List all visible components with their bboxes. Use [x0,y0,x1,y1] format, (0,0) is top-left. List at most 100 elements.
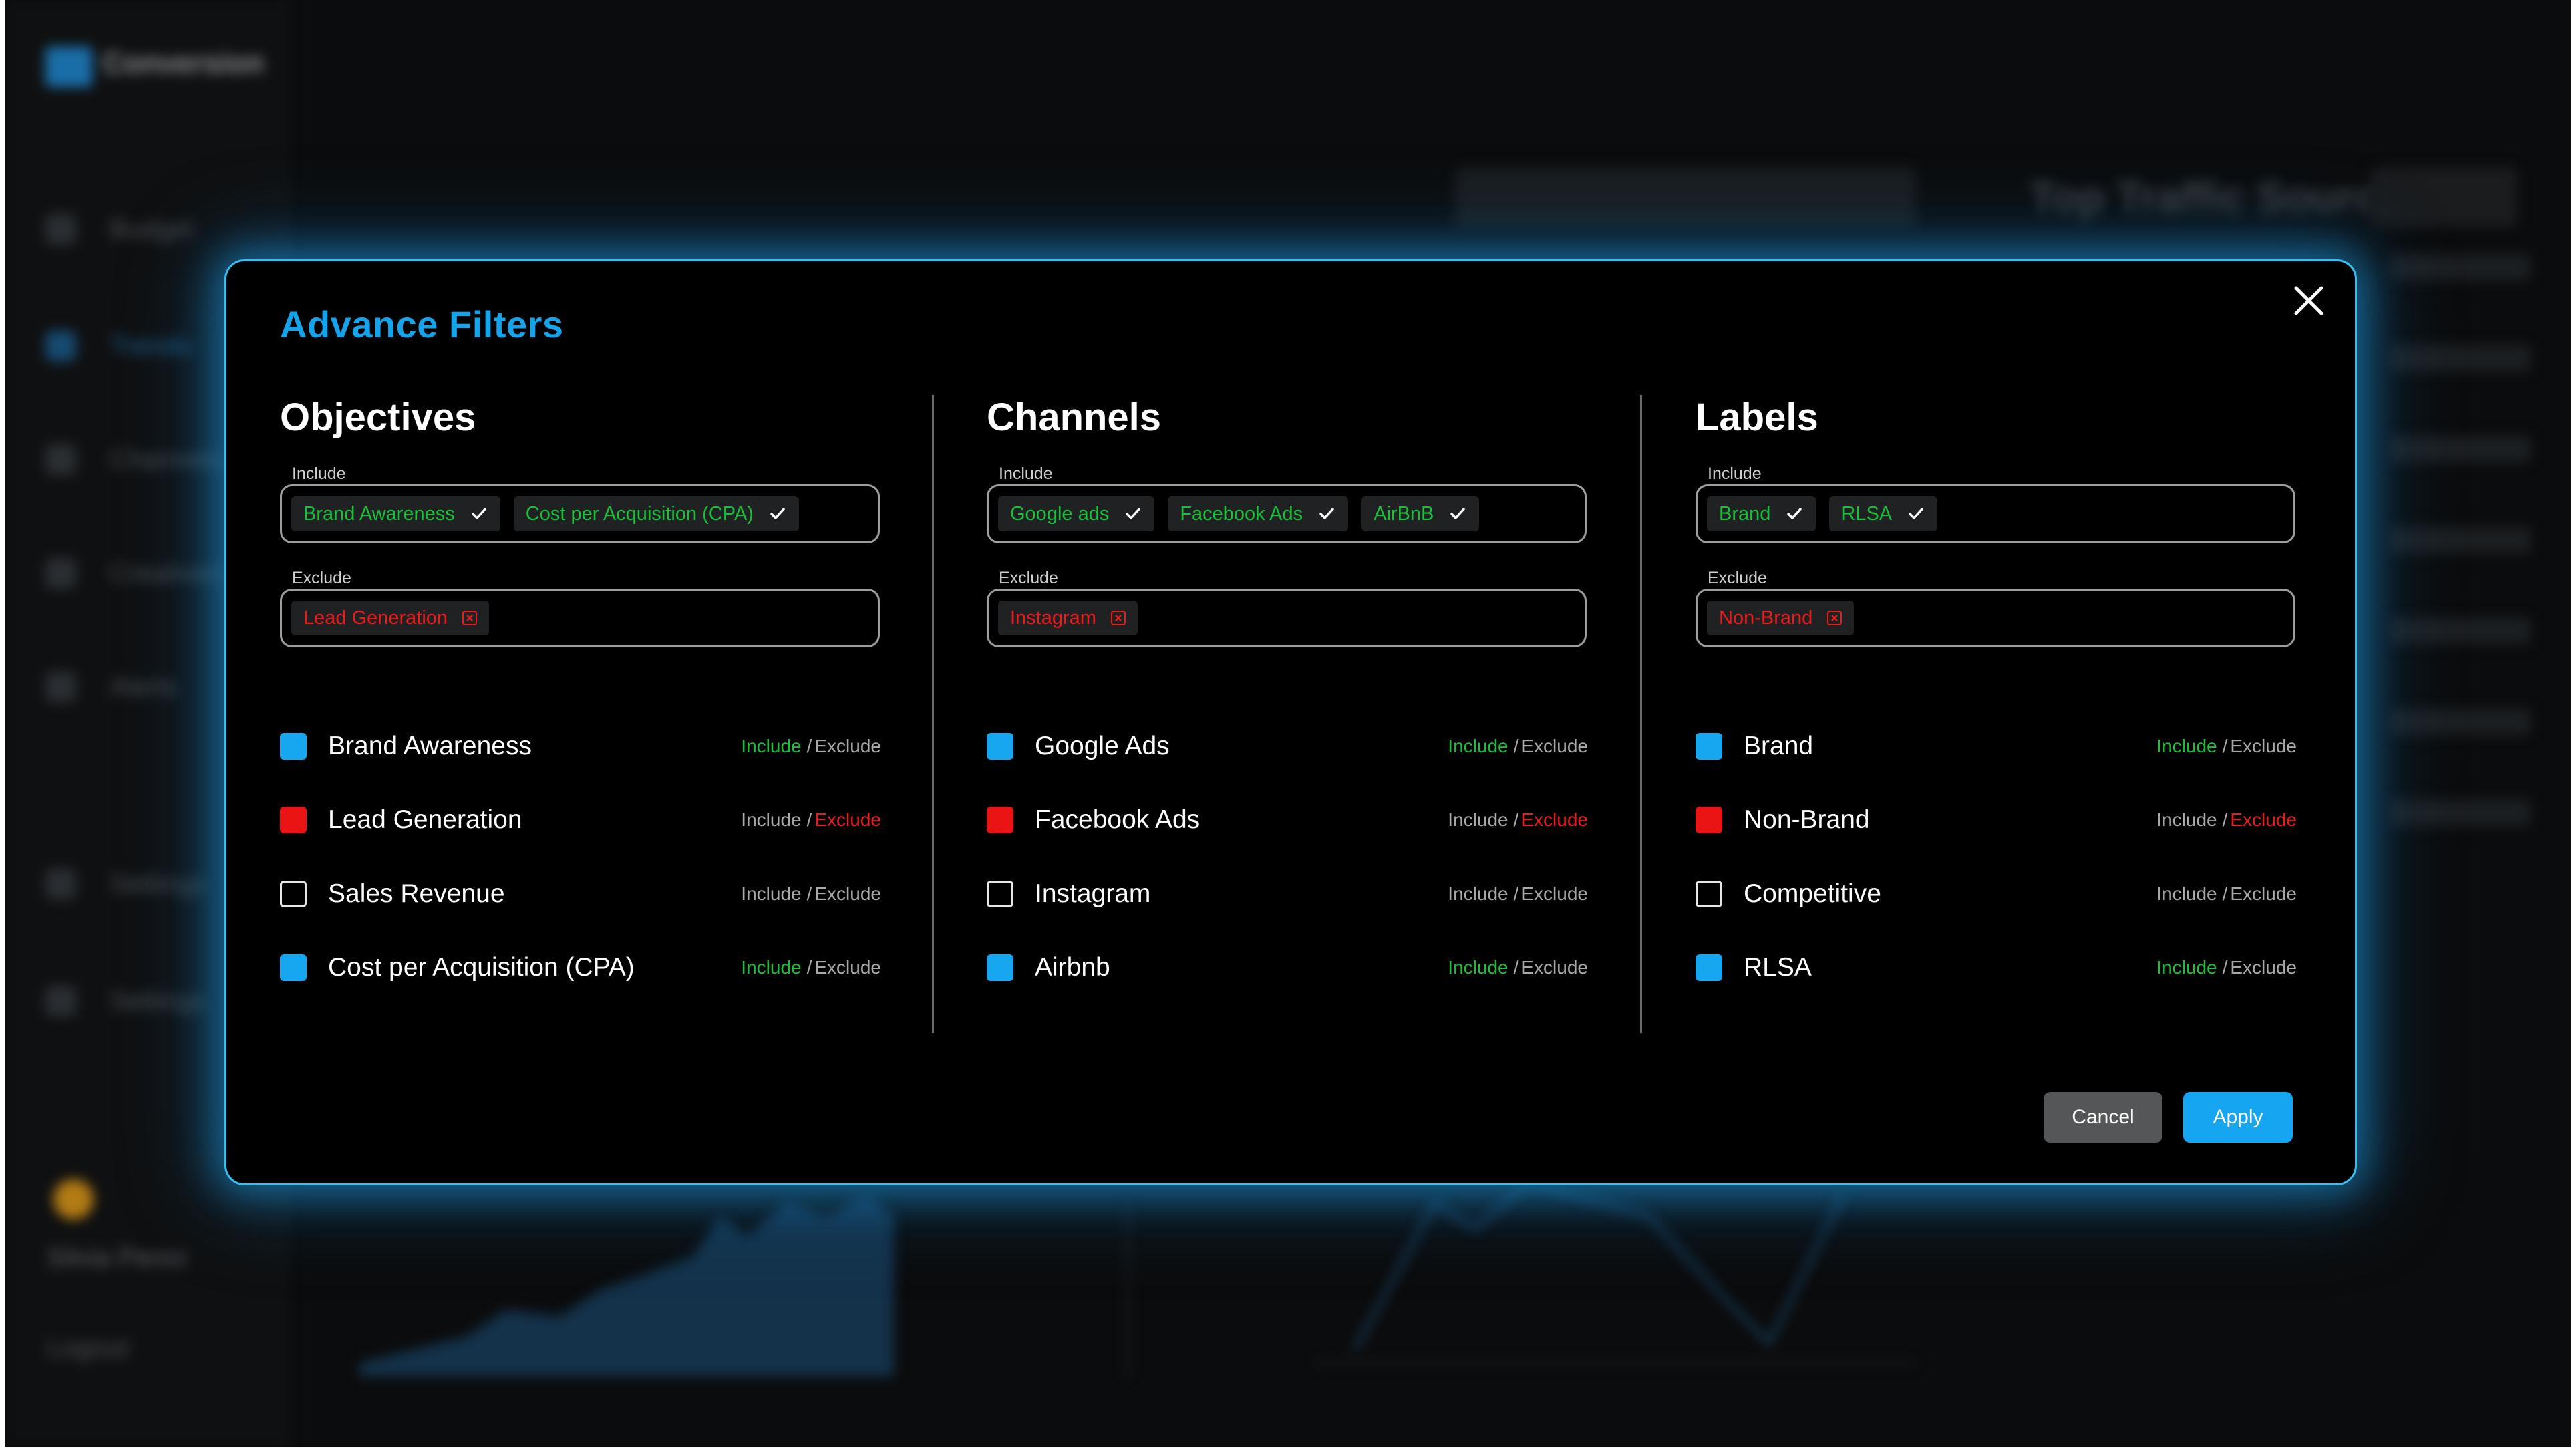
include-toggle[interactable]: Include [2156,957,2217,978]
filter-option: RLSA Include / Exclude [1696,941,2297,994]
option-checkbox[interactable] [987,733,1013,760]
include-tag[interactable]: Google ads [998,496,1155,531]
leads-dropdown [2370,167,2517,227]
include-tag[interactable]: Cost per Acquisition (CPA) [513,496,799,531]
check-icon[interactable] [1785,504,1804,523]
exclude-toggle[interactable]: Exclude [814,957,881,978]
include-field[interactable]: Brand RLSA [1696,484,2295,543]
trends-icon [45,331,76,361]
filter-option: Non-Brand Include / Exclude [1696,793,2297,847]
traffic-rows [2390,254,2531,890]
exclude-toggle[interactable]: Exclude [1521,736,1588,756]
include-toggle[interactable]: Include [741,957,801,978]
include-toggle[interactable]: Include [1448,957,1508,978]
filter-option: Google Ads Include / Exclude [987,720,1588,773]
include-exclude-toggle: Include / Exclude [1448,957,1588,978]
filter-option: Airbnb Include / Exclude [987,941,1588,994]
option-label: Non-Brand [1744,805,1870,834]
chart-title: Top Traffic Source [2030,173,2402,221]
exclude-tag[interactable]: Instagram [998,601,1138,635]
include-exclude-toggle: Include / Exclude [741,736,881,757]
exclude-toggle[interactable]: Exclude [2230,809,2297,830]
exclude-tag[interactable]: Lead Generation [291,601,490,635]
option-checkbox[interactable] [1696,807,1722,833]
check-icon[interactable] [1124,504,1142,523]
include-field[interactable]: Brand Awareness Cost per Acquisition (CPA… [280,484,880,543]
objectives-column: Objectives Include Brand Awareness Cost per… [280,395,881,1076]
check-icon[interactable] [1317,504,1336,523]
include-tag[interactable]: AirBnB [1361,496,1480,531]
check-icon[interactable] [470,504,488,523]
exclude-toggle[interactable]: Exclude [2230,957,2297,978]
include-tag[interactable]: Facebook Ads [1168,496,1349,531]
include-exclude-toggle: Include / Exclude [741,809,881,831]
cancel-button[interactable]: Cancel [2044,1092,2162,1143]
app-name: Conversion [102,47,265,80]
option-checkbox[interactable] [987,807,1013,833]
include-toggle[interactable]: Include [1448,736,1508,756]
option-label: Airbnb [1035,953,1110,982]
tag-label: Facebook Ads [1180,502,1303,525]
option-label: Sales Revenue [328,879,505,908]
option-checkbox[interactable] [280,881,307,907]
include-toggle[interactable]: Include [741,736,801,756]
toggle-separator: / [1513,736,1519,756]
toggle-separator: / [2222,883,2228,904]
exclude-tag[interactable]: Non-Brand [1707,601,1855,635]
option-checkbox[interactable] [1696,954,1722,981]
include-tag[interactable]: Brand Awareness [291,496,500,531]
option-checkbox[interactable] [280,733,307,760]
background-area-chart [359,1196,1129,1376]
option-checkbox[interactable] [987,881,1013,907]
option-label: Cost per Acquisition (CPA) [328,953,635,982]
tag-label: Lead Generation [303,607,448,629]
exclude-field[interactable]: Lead Generation [280,589,880,647]
x-icon [466,615,473,621]
x-box-icon[interactable] [1827,611,1842,625]
exclude-toggle[interactable]: Exclude [814,736,881,756]
apply-button[interactable]: Apply [2183,1092,2293,1143]
include-toggle[interactable]: Include [741,883,801,904]
sidebar-item-trends: Trends [45,331,192,361]
close-icon[interactable] [2293,285,2324,316]
include-tag[interactable]: Brand [1707,496,1816,531]
option-checkbox[interactable] [280,807,307,833]
include-toggle[interactable]: Include [1448,809,1508,830]
check-icon[interactable] [1907,504,1925,523]
exclude-toggle[interactable]: Exclude [2230,736,2297,756]
option-checkbox[interactable] [280,954,307,981]
close-button[interactable] [2285,277,2332,324]
option-label: Competitive [1744,879,1881,908]
x-box-icon[interactable] [462,611,478,625]
exclude-toggle[interactable]: Exclude [814,883,881,904]
include-toggle[interactable]: Include [2156,736,2217,756]
include-toggle[interactable]: Include [2156,809,2217,830]
check-icon[interactable] [768,504,787,523]
include-field[interactable]: Google ads Facebook Ads AirBnB [987,484,1587,543]
include-toggle[interactable]: Include [741,809,801,830]
check-icon[interactable] [1448,504,1467,523]
filter-option: Instagram Include / Exclude [987,867,1588,921]
exclude-label: Exclude [1708,569,1767,587]
option-checkbox[interactable] [1696,733,1722,760]
x-box-icon[interactable] [1110,611,1126,625]
toggle-separator: / [806,957,812,978]
list-item [2390,527,2531,553]
include-tag[interactable]: RLSA [1829,496,1938,531]
exclude-toggle[interactable]: Exclude [1521,809,1588,830]
include-label: Include [1708,464,1762,483]
list-item [2390,708,2531,735]
logout-link: Logout [47,1333,129,1362]
option-label: RLSA [1744,953,1812,982]
exclude-field[interactable]: Instagram [987,589,1587,647]
exclude-field[interactable]: Non-Brand [1696,589,2295,647]
exclude-toggle[interactable]: Exclude [814,809,881,830]
exclude-label: Exclude [999,569,1058,587]
exclude-toggle[interactable]: Exclude [2230,883,2297,904]
exclude-toggle[interactable]: Exclude [1521,883,1588,904]
option-checkbox[interactable] [987,954,1013,981]
include-toggle[interactable]: Include [1448,883,1508,904]
exclude-toggle[interactable]: Exclude [1521,957,1588,978]
option-checkbox[interactable] [1696,881,1722,907]
include-toggle[interactable]: Include [2156,883,2217,904]
